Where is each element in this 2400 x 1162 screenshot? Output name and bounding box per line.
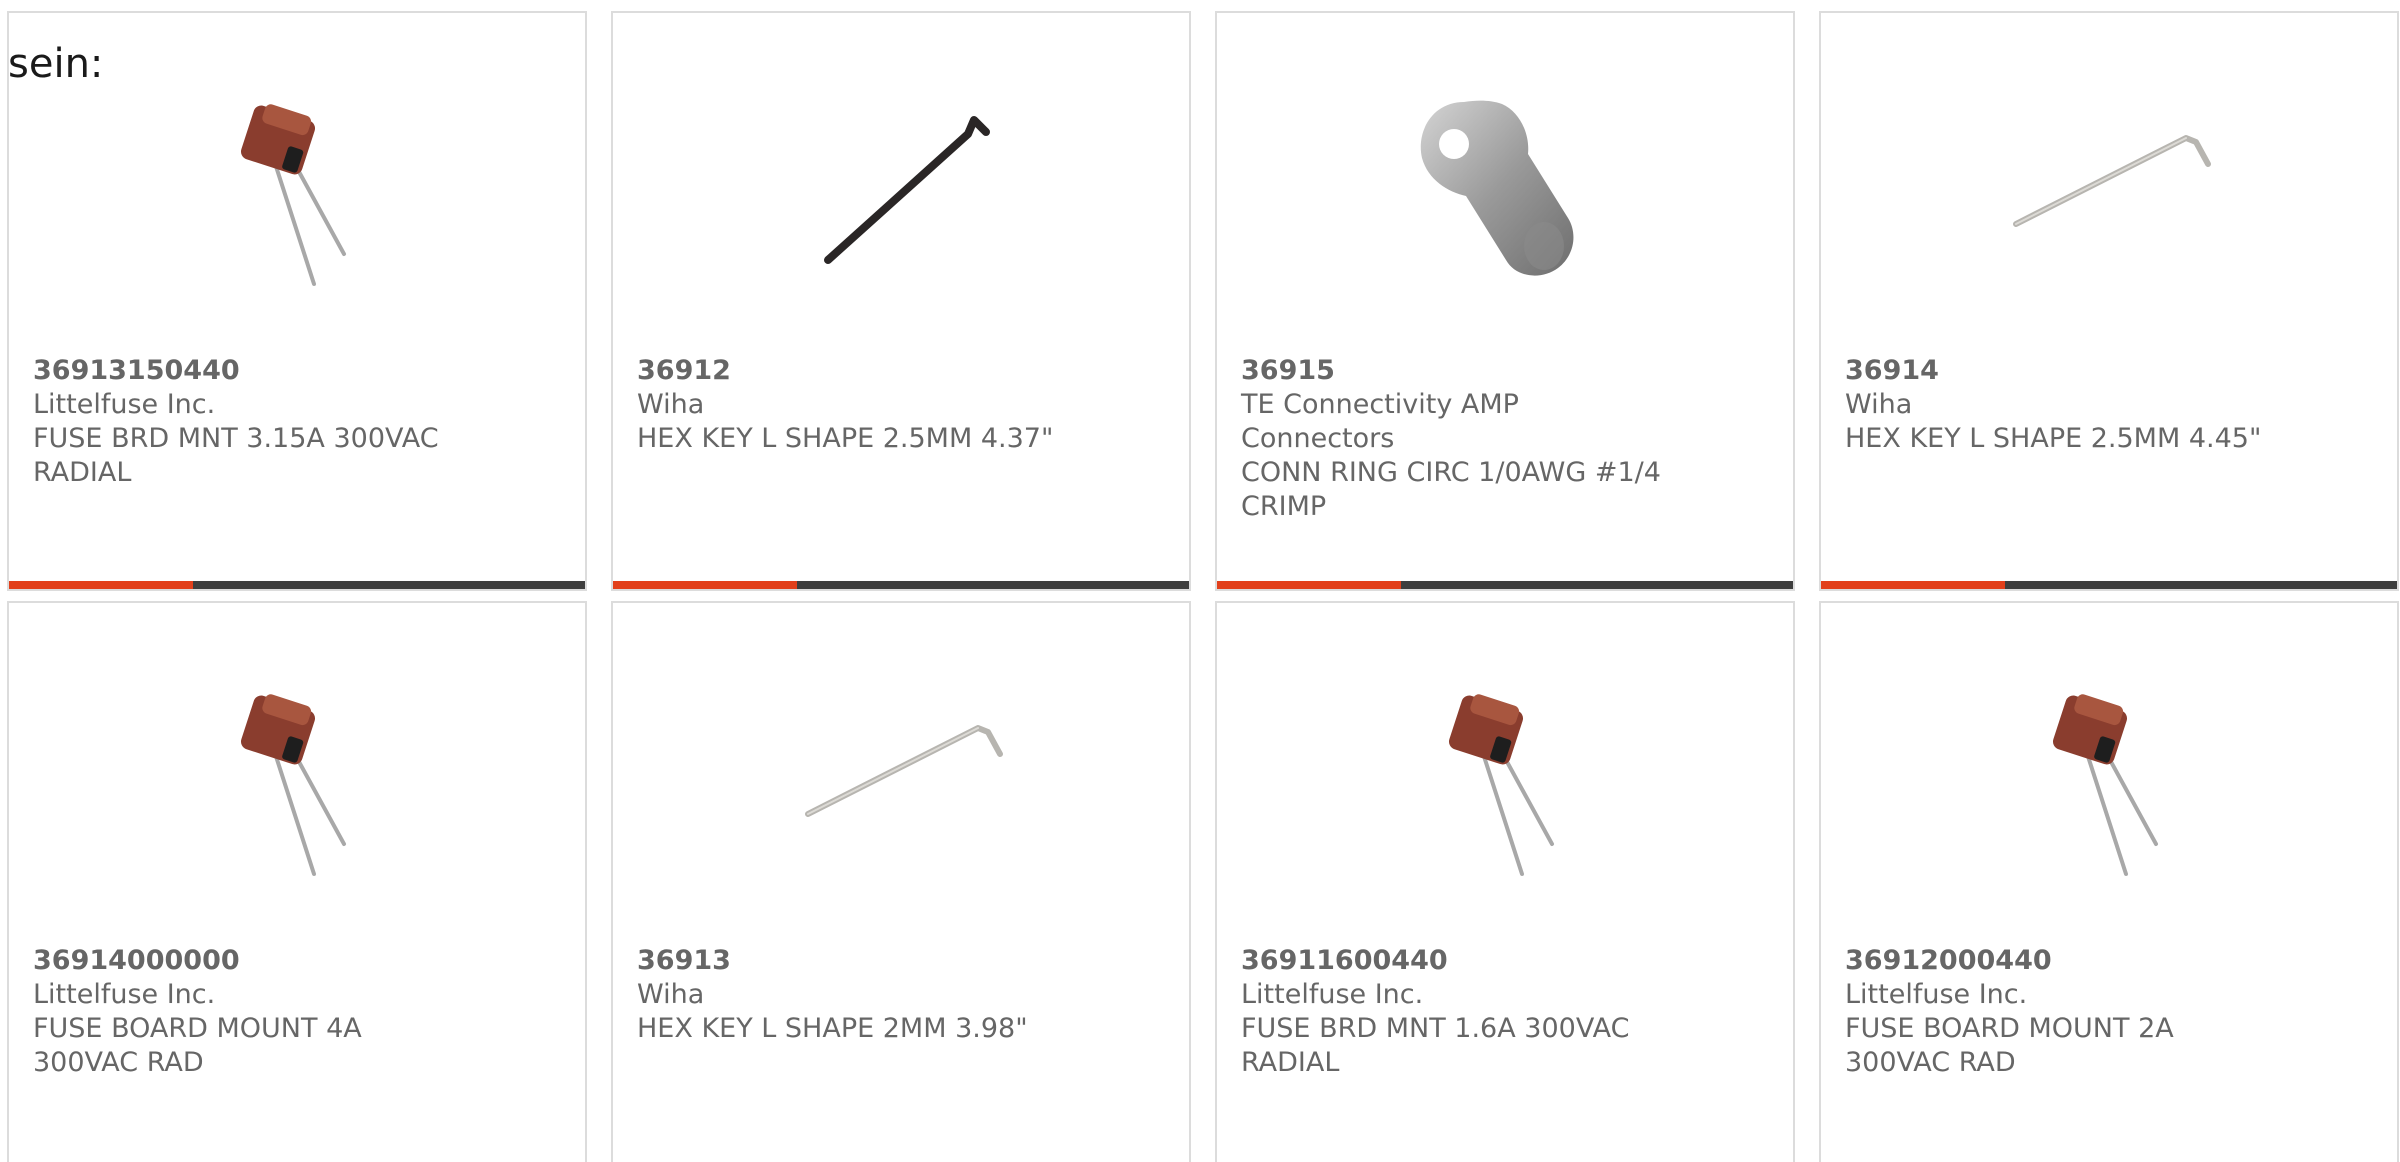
fuse-icon[interactable] [2006,674,2214,882]
progress-bar [613,581,1189,589]
product-info: 36914 Wiha HEX KEY L SHAPE 2.5MM 4.45" [1845,354,2275,456]
description: FUSE BRD MNT 1.6A 300VAC RADIAL [1241,1013,1630,1078]
fuse-icon[interactable] [1402,674,1610,882]
manufacturer: Littelfuse Inc. [1845,979,2028,1010]
part-number[interactable]: 36914 [1845,354,2275,388]
hex-key-icon[interactable] [798,84,1006,292]
description: HEX KEY L SHAPE 2MM 3.98" [637,1013,1028,1044]
product-info: 36912 Wiha HEX KEY L SHAPE 2.5MM 4.37" [637,354,1067,456]
product-info: 36914000000 Littelfuse Inc. FUSE BOARD MOU… [33,944,463,1080]
product-info: 36912000440 Littelfuse Inc. FUSE BOARD MOU… [1845,944,2275,1080]
description: FUSE BOARD MOUNT 4A 300VAC RAD [33,1013,362,1078]
product-page: sein: 36913150440 Littelfuse Inc. FUSE BRD… [0,0,2400,1162]
overlay-text: sein: [8,41,104,87]
part-number[interactable]: 36912 [637,354,1067,388]
progress-bar [1821,581,2397,589]
product-card[interactable]: 36914000000 Littelfuse Inc. FUSE BOARD MOU… [7,601,587,1162]
product-card[interactable]: 36915 TE Connectivity AMP Connectors CONN … [1215,11,1795,591]
product-card[interactable]: 36912 Wiha HEX KEY L SHAPE 2.5MM 4.37" [611,11,1191,591]
part-number[interactable]: 36913 [637,944,1067,978]
fuse-icon[interactable] [194,674,402,882]
product-info: 36915 TE Connectivity AMP Connectors CONN … [1241,354,1671,524]
manufacturer: Wiha [1845,389,1913,420]
product-card[interactable]: 36911600440 Littelfuse Inc. FUSE BRD MNT 1… [1215,601,1795,1162]
manufacturer: Wiha [637,389,705,420]
product-card[interactable]: 36913 Wiha HEX KEY L SHAPE 2MM 3.98" [611,601,1191,1162]
product-card[interactable]: 36912000440 Littelfuse Inc. FUSE BOARD MOU… [1819,601,2399,1162]
manufacturer: Littelfuse Inc. [33,389,216,420]
part-number[interactable]: 36914000000 [33,944,463,978]
description: FUSE BRD MNT 3.15A 300VAC RADIAL [33,423,439,488]
progress-bar-fill [1821,581,2006,589]
progress-bar-fill [1217,581,1402,589]
fuse-icon[interactable] [194,84,402,292]
part-number[interactable]: 36912000440 [1845,944,2275,978]
progress-bar-fill [9,581,194,589]
description: HEX KEY L SHAPE 2.5MM 4.37" [637,423,1054,454]
product-card[interactable]: 36914 Wiha HEX KEY L SHAPE 2.5MM 4.45" [1819,11,2399,591]
product-grid: 36913150440 Littelfuse Inc. FUSE BRD MNT 3… [7,11,2399,1162]
part-number[interactable]: 36911600440 [1241,944,1671,978]
product-info: 36913150440 Littelfuse Inc. FUSE BRD MNT 3… [33,354,463,490]
hex-key-icon[interactable] [2006,84,2214,292]
product-info: 36911600440 Littelfuse Inc. FUSE BRD MNT 1… [1241,944,1671,1080]
progress-bar-fill [613,581,798,589]
manufacturer: Wiha [637,979,705,1010]
manufacturer: Littelfuse Inc. [33,979,216,1010]
progress-bar [9,581,585,589]
manufacturer: Littelfuse Inc. [1241,979,1424,1010]
description: HEX KEY L SHAPE 2.5MM 4.45" [1845,423,2262,454]
ring-terminal-icon[interactable] [1402,84,1610,292]
product-card[interactable]: 36913150440 Littelfuse Inc. FUSE BRD MNT 3… [7,11,587,591]
part-number[interactable]: 36913150440 [33,354,463,388]
hex-key-icon[interactable] [798,674,1006,882]
description: CONN RING CIRC 1/0AWG #1/4 CRIMP [1241,457,1661,522]
description: FUSE BOARD MOUNT 2A 300VAC RAD [1845,1013,2174,1078]
product-info: 36913 Wiha HEX KEY L SHAPE 2MM 3.98" [637,944,1067,1046]
manufacturer: TE Connectivity AMP Connectors [1241,389,1519,454]
progress-bar [1217,581,1793,589]
part-number[interactable]: 36915 [1241,354,1671,388]
